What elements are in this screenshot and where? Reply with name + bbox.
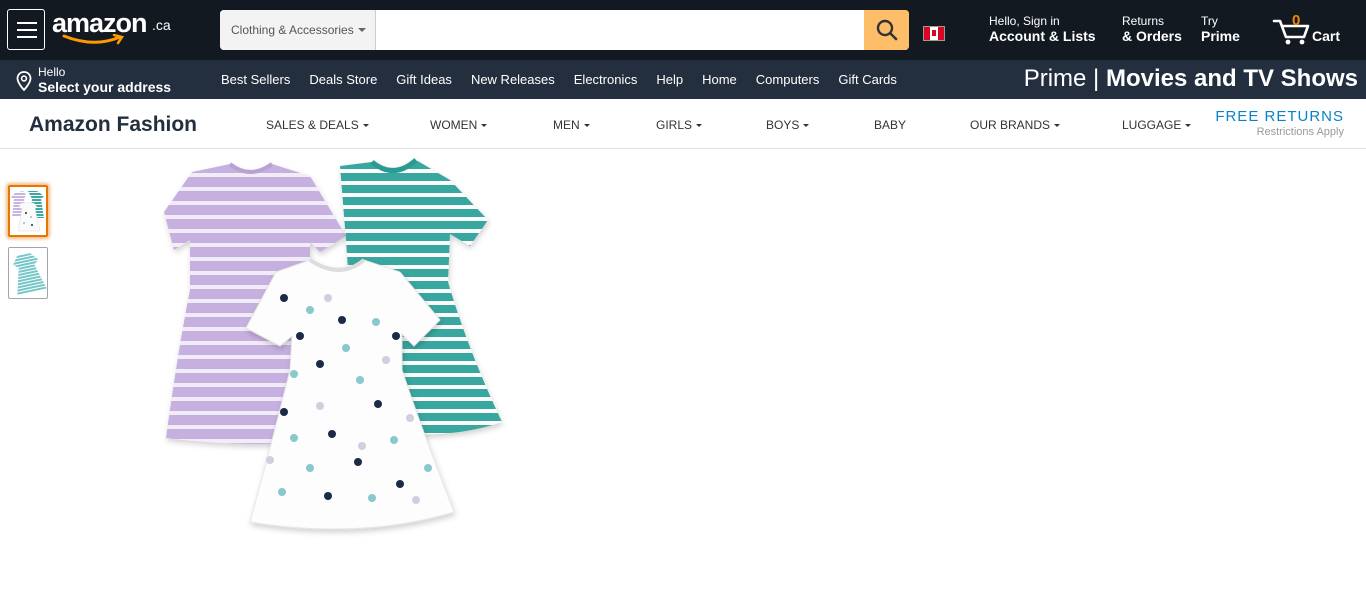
subnav-links: Best Sellers Deals Store Gift Ideas New … [221,60,916,99]
fashion-cat-label: MEN [553,118,580,132]
fashion-cat-label: LUGGAGE [1122,118,1182,132]
subnav-link-best-sellers[interactable]: Best Sellers [221,72,290,87]
fashion-cat-label: BABY [874,118,907,132]
teal-dress-thumbnail-image [12,253,47,295]
banner-prime: Prime [1023,65,1087,92]
subnav-link-gift-cards[interactable]: Gift Cards [838,72,897,87]
search-department-label: Clothing & Accessories [231,23,354,37]
three-dresses-thumbnail-image [11,191,44,232]
chevron-down-icon [358,28,366,32]
prime-video-banner[interactable]: Prime | Movies and TV Shows [1024,65,1358,93]
address-selector[interactable]: Hello Select your address [16,65,186,95]
returns-label: Returns [1122,14,1165,28]
fashion-cat-our-brands[interactable]: OUR BRANDS [970,118,1061,132]
product-main-image[interactable] [150,150,520,540]
subnav-link-new-releases[interactable]: New Releases [471,72,555,87]
chevron-down-icon [1185,124,1192,128]
top-nav: amazon .ca Clothing & Accessories Hello,… [0,0,1366,60]
fashion-cat-label: WOMEN [430,118,478,132]
location-pin-icon [16,71,32,91]
free-returns-promo[interactable]: FREE RETURNS Restrictions Apply [1215,108,1344,138]
subnav-link-deals-store[interactable]: Deals Store [309,72,377,87]
returns-orders-link[interactable]: Returns & Orders [1122,14,1182,45]
account-greeting: Hello, Sign in [989,14,1060,28]
search-department-select[interactable]: Clothing & Accessories [220,10,376,50]
fashion-cat-label: BOYS [766,118,800,132]
subnav-link-gift-ideas[interactable]: Gift Ideas [396,72,452,87]
logo-tld: .ca [152,17,171,33]
free-returns-title: FREE RETURNS [1215,108,1344,125]
banner-movies-tv: Movies and TV Shows [1105,65,1358,92]
fashion-cat-men[interactable]: MEN [553,118,590,132]
fashion-cat-label: SALES & DEALS [266,118,359,132]
chevron-down-icon [1054,124,1061,128]
cart-label: Cart [1312,28,1341,44]
smile-icon [62,34,125,45]
cart-count: 0 [1292,12,1301,29]
menu-icon[interactable] [7,9,45,50]
free-returns-subtitle: Restrictions Apply [1256,126,1344,138]
address-greeting: Hello [38,65,66,79]
fashion-cat-label: OUR BRANDS [970,118,1051,132]
chevron-down-icon [803,124,810,128]
cart-link[interactable]: 0 Cart [1272,12,1346,48]
amazon-logo[interactable]: amazon .ca [52,8,172,48]
canada-flag-icon[interactable] [923,26,945,41]
fashion-cat-baby[interactable]: BABY [874,118,906,132]
prime-label: Prime [1201,28,1240,44]
search-input[interactable] [376,10,864,50]
search-icon [876,19,897,41]
subnav-link-electronics[interactable]: Electronics [574,72,638,87]
product-thumbnail-2[interactable] [8,247,48,299]
banner-separator: | [1093,65,1100,92]
fashion-cat-women[interactable]: WOMEN [430,118,488,132]
account-lists-link[interactable]: Hello, Sign in Account & Lists [989,14,1096,45]
fashion-cat-sales-deals[interactable]: SALES & DEALS [266,118,369,132]
fashion-cat-luggage[interactable]: LUGGAGE [1122,118,1192,132]
three-dresses-image [164,158,502,530]
fashion-nav: Amazon Fashion SALES & DEALS WOMEN MEN G… [0,99,1366,149]
chevron-down-icon [583,124,590,128]
fashion-cat-boys[interactable]: BOYS [766,118,810,132]
account-label: Account & Lists [989,28,1096,44]
chevron-down-icon [481,124,488,128]
search-bar: Clothing & Accessories [220,10,909,50]
address-label: Select your address [38,79,172,95]
subnav-link-home[interactable]: Home [702,72,737,87]
search-button[interactable] [864,10,909,50]
subnav-link-help[interactable]: Help [656,72,683,87]
chevron-down-icon [696,124,703,128]
fashion-cat-label: GIRLS [656,118,693,132]
orders-label: & Orders [1122,28,1182,44]
subnav-link-computers[interactable]: Computers [756,72,820,87]
product-thumbnail-1[interactable] [8,185,48,237]
fashion-title[interactable]: Amazon Fashion [29,113,197,137]
fashion-cat-girls[interactable]: GIRLS [656,118,703,132]
chevron-down-icon [362,124,369,128]
try-label: Try [1201,14,1218,28]
sub-nav: Hello Select your address Best Sellers D… [0,60,1366,99]
try-prime-link[interactable]: Try Prime [1201,14,1240,45]
